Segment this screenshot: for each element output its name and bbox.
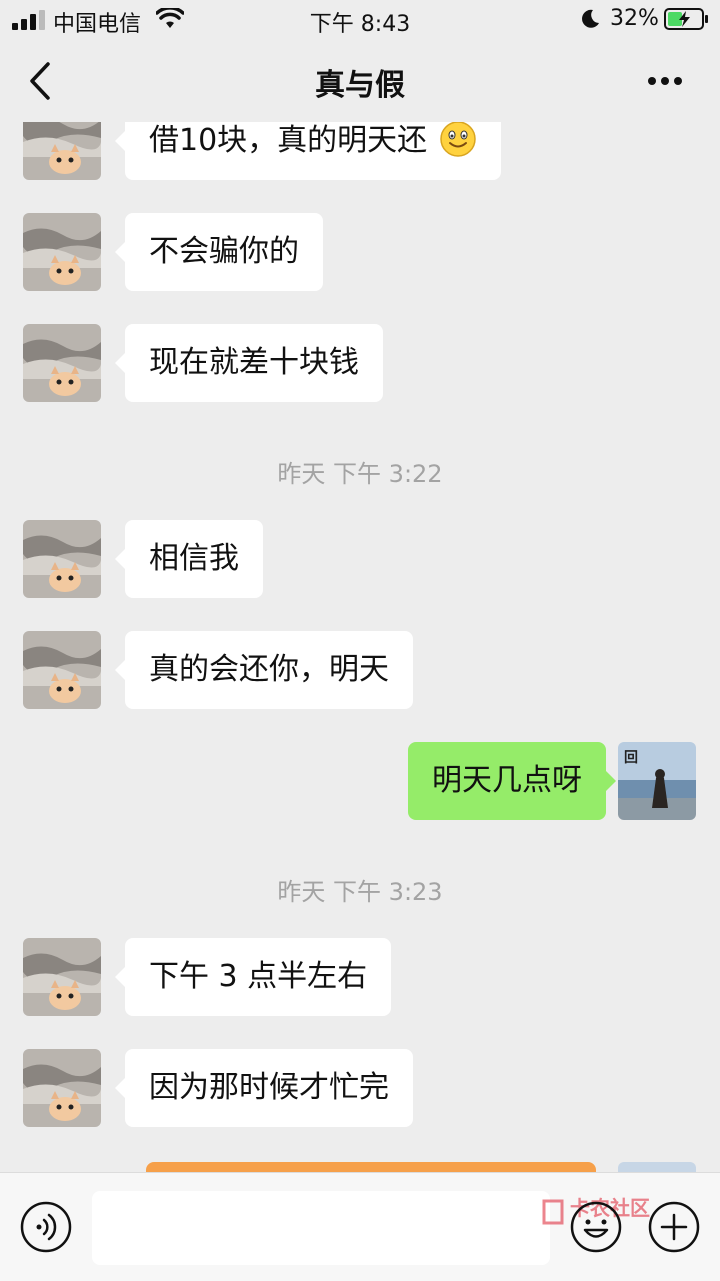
self-avatar[interactable]: 回 [618, 742, 696, 820]
message-bubble[interactable]: 下午 3 点半左右 [114, 938, 392, 1016]
message-bubble[interactable]: 不会骗你的 [115, 213, 323, 291]
contact-avatar[interactable] [23, 324, 101, 402]
contact-avatar[interactable] [23, 122, 101, 180]
moon-icon [582, 9, 599, 28]
contact-avatar[interactable] [23, 1049, 101, 1127]
message-text: 明天几点呀 [432, 763, 582, 798]
timestamp: 昨天 下午 3:22 [277, 460, 443, 488]
input-bar: 卡农社区 [0, 1172, 720, 1281]
message-text: 因为那时候才忙完 [149, 1070, 389, 1105]
message-bubble[interactable]: 真的会还你，明天 [115, 631, 413, 709]
cat-avatar-image [23, 938, 101, 1016]
status-bar: 中国电信 下午 8:43 32% [0, 0, 720, 40]
message-text: 不会骗你的 [149, 234, 299, 269]
cat-avatar-image [23, 122, 101, 180]
contact-avatar[interactable] [23, 938, 101, 1016]
plus-icon[interactable] [648, 1201, 700, 1253]
sea-avatar-image: 回 [618, 742, 696, 820]
battery-percent: 32% [610, 6, 659, 31]
cat-avatar-image [23, 631, 101, 709]
cat-avatar-image [23, 213, 101, 291]
message-bubble[interactable]: 现在就差十块钱 [115, 324, 383, 402]
message-text: 真的会还你，明天 [149, 652, 389, 687]
nav-bar: 真与假 [0, 40, 720, 122]
chat-title: 真与假 [315, 68, 405, 103]
message-bubble[interactable]: 相信我 [115, 520, 263, 598]
timestamp: 昨天 下午 3:23 [277, 878, 443, 906]
message-text: 下午 3 点半左右 [149, 959, 368, 994]
contact-avatar[interactable] [23, 520, 101, 598]
cat-avatar-image [23, 520, 101, 598]
battery-icon [664, 8, 708, 30]
self-avatar-partial[interactable] [618, 1162, 696, 1172]
emoji-icon[interactable] [570, 1201, 622, 1253]
svg-text:回: 回 [624, 750, 638, 766]
contact-avatar[interactable] [23, 631, 101, 709]
more-icon[interactable] [640, 66, 690, 96]
message-bubble[interactable]: 借10块，真的明天还 [115, 122, 501, 180]
message-input[interactable] [92, 1191, 550, 1265]
message-bubble-self[interactable]: 明天几点呀 [408, 742, 616, 820]
transfer-card-partial[interactable] [146, 1162, 596, 1172]
message-text: 相信我 [149, 541, 239, 576]
message-bubble[interactable]: 因为那时候才忙完 [115, 1049, 413, 1127]
cat-avatar-image [23, 324, 101, 402]
message-list[interactable]: 借10块，真的明天还 不会骗你的 现在就差十块钱 昨天 下午 3:22 相信我 … [0, 122, 720, 1172]
message-text: 现在就差十块钱 [149, 345, 359, 380]
message-text: 借10块，真的明天还 [149, 123, 428, 158]
cat-avatar-image [23, 1049, 101, 1127]
smiley-emoji-icon [439, 122, 476, 157]
contact-avatar[interactable] [23, 213, 101, 291]
voice-icon[interactable] [20, 1201, 72, 1253]
